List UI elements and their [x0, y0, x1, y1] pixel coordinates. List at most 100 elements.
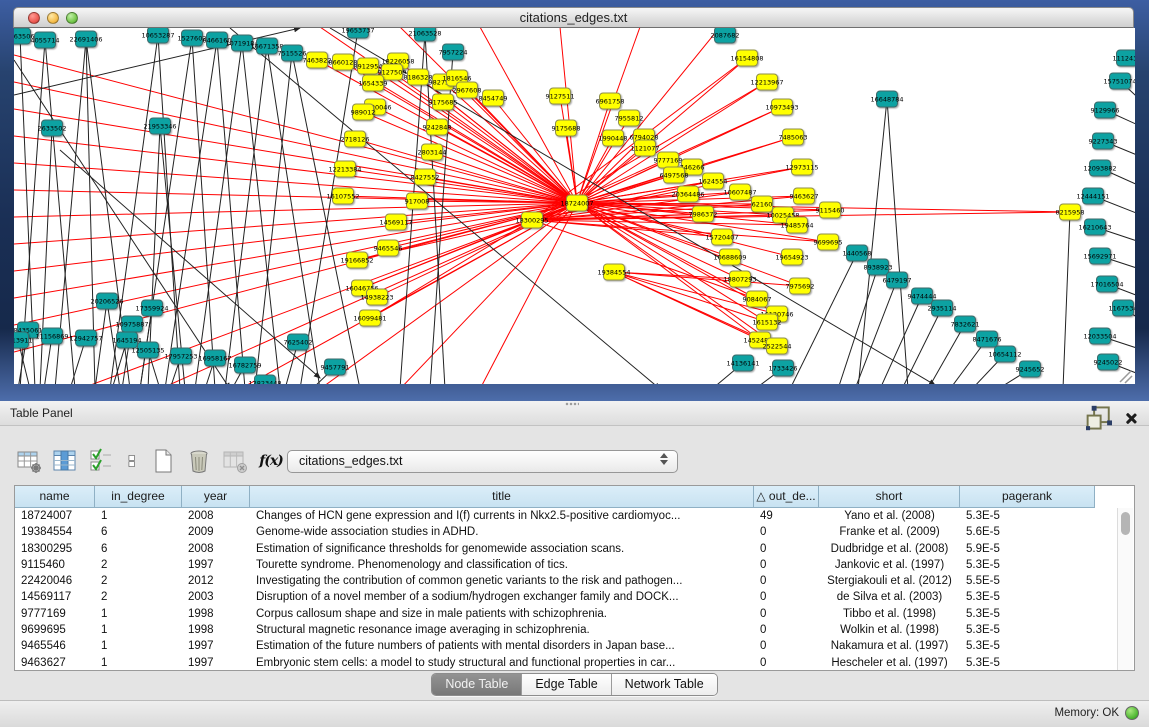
graph-node[interactable]: 62160: [752, 196, 773, 212]
graph-node[interactable]: 7986372: [689, 206, 718, 222]
graph-node[interactable]: 8471676: [973, 331, 1002, 347]
graph-node[interactable]: 2633502: [38, 120, 67, 136]
resize-grip-icon[interactable]: [1120, 371, 1132, 383]
graph-node[interactable]: 2967608: [453, 82, 482, 98]
graph-node[interactable]: 9115460: [816, 202, 845, 218]
graph-node[interactable]: 7463822: [303, 52, 332, 68]
float-panel-icon[interactable]: [1086, 405, 1112, 431]
graph-node[interactable]: 2718126: [341, 131, 370, 147]
row-height-icon[interactable]: [124, 448, 140, 474]
graph-node[interactable]: 16958167: [198, 350, 231, 366]
table-row[interactable]: 911546021997Tourette syndrome. Phenomeno…: [15, 557, 1134, 573]
column-header-year[interactable]: year: [182, 486, 250, 508]
graph-node[interactable]: 7975692: [786, 278, 815, 294]
graph-node[interactable]: 9463627: [790, 188, 819, 204]
graph-node[interactable]: 16154808: [730, 50, 763, 66]
graph-node[interactable]: 19654923: [775, 249, 808, 265]
graph-node[interactable]: 9242848: [423, 119, 452, 135]
graph-node[interactable]: 17016504: [1090, 276, 1123, 292]
graph-node[interactable]: 12973115: [785, 159, 818, 175]
graph-node[interactable]: 10688609: [713, 249, 746, 265]
table-scrollbar[interactable]: [1117, 508, 1133, 670]
graph-node[interactable]: 22691406: [69, 31, 102, 47]
graph-node[interactable]: 7955812: [615, 110, 644, 126]
graph-node[interactable]: 19653737: [341, 28, 374, 38]
graph-node[interactable]: 9245022: [1094, 354, 1123, 370]
table-panel-header[interactable]: Table Panel: [0, 401, 1149, 426]
graph-node[interactable]: 7625402: [284, 334, 313, 350]
graph-node[interactable]: 9777169: [654, 152, 683, 168]
graph-node[interactable]: 10653287: [141, 28, 174, 43]
graph-node[interactable]: 9175688: [552, 120, 581, 136]
column-header-pagerank[interactable]: pagerank: [960, 486, 1095, 508]
table-row[interactable]: 2242004622012Investigating the contribut…: [15, 573, 1134, 589]
graph-node[interactable]: 15751074: [1103, 73, 1135, 89]
graph-node[interactable]: 12823448: [248, 375, 281, 384]
new-table-icon[interactable]: [150, 448, 176, 474]
graph-node[interactable]: 4055714: [31, 32, 60, 48]
panel-divider-handle[interactable]: [565, 402, 579, 406]
column-header-name[interactable]: name: [15, 486, 95, 508]
graph-node[interactable]: 1990448: [599, 130, 628, 146]
graph-node[interactable]: 6479197: [883, 272, 912, 288]
column-header-in_degree[interactable]: in_degree: [95, 486, 182, 508]
table-row[interactable]: 977716911998Corpus callosum shape and si…: [15, 606, 1134, 622]
graph-node[interactable]: 7485063: [779, 129, 808, 145]
graph-node[interactable]: 12213384: [328, 161, 361, 177]
tab-node-table[interactable]: Node Table: [432, 674, 521, 695]
graph-node[interactable]: 16648784: [870, 91, 903, 107]
table-row[interactable]: 1872400712008Changes of HCN gene express…: [15, 508, 1134, 524]
graph-node[interactable]: 19166852: [340, 252, 373, 268]
graph-node[interactable]: 917008: [405, 193, 430, 209]
graph-node[interactable]: 21063528: [408, 28, 441, 41]
graph-node[interactable]: 12033504: [1083, 328, 1116, 344]
graph-node[interactable]: 9175685: [429, 94, 458, 110]
tab-network-table[interactable]: Network Table: [611, 674, 717, 695]
table-row[interactable]: 1938455462009Genome-wide association stu…: [15, 524, 1134, 540]
table-row[interactable]: 946362711997Embryonic stem cells: a mode…: [15, 655, 1134, 671]
graph-node[interactable]: 9245652: [1016, 361, 1045, 377]
graph-node[interactable]: 14569117: [379, 214, 412, 230]
graph-node[interactable]: 1440568: [843, 245, 872, 261]
graph-node[interactable]: 8215958: [1056, 204, 1085, 220]
graph-node[interactable]: 2803144: [418, 144, 447, 160]
table-settings-icon[interactable]: [16, 448, 42, 474]
column-header-title[interactable]: title: [250, 486, 754, 508]
function-builder-icon[interactable]: f(x): [258, 448, 284, 474]
graph-node[interactable]: 2522544: [763, 338, 792, 354]
graph-node[interactable]: 1624554: [699, 173, 728, 189]
graph-node[interactable]: 12213967: [750, 74, 783, 90]
graph-node[interactable]: 10654112: [988, 346, 1021, 362]
column-header-out_de[interactable]: △ out_de...: [754, 486, 819, 508]
tab-edge-table[interactable]: Edge Table: [521, 674, 610, 695]
table-row[interactable]: 969969511998Structural magnetic resonanc…: [15, 622, 1134, 638]
graph-node[interactable]: 6497568: [660, 167, 689, 183]
graph-node[interactable]: 1121077: [631, 140, 660, 156]
table-row[interactable]: 1830029562008Estimation of significance …: [15, 541, 1134, 557]
graph-node[interactable]: 1167534: [1109, 300, 1135, 316]
table-row[interactable]: 946554611997Estimation of the future num…: [15, 638, 1134, 654]
network-graph[interactable]: 2263506405571422691406106532871527602846…: [14, 28, 1135, 384]
graph-node[interactable]: 2087682: [711, 28, 740, 43]
graph-node[interactable]: 9227343: [1089, 133, 1118, 149]
graph-node[interactable]: 9129966: [1091, 102, 1120, 118]
graph-node[interactable]: 8427552: [411, 169, 440, 185]
graph-node[interactable]: 1615132: [753, 314, 782, 330]
memory-status-icon[interactable]: [1125, 706, 1139, 720]
graph-node[interactable]: 1112439: [1113, 50, 1135, 66]
graph-node[interactable]: 9699695: [814, 234, 843, 250]
graph-node[interactable]: 15692971: [1083, 248, 1116, 264]
graph-node[interactable]: 9127511: [546, 88, 575, 104]
graph-node[interactable]: 12942757: [69, 330, 102, 346]
graph-node[interactable]: 1733426: [769, 360, 798, 376]
select-columns-icon[interactable]: [88, 448, 114, 474]
graph-node[interactable]: 989012: [351, 104, 376, 120]
graph-node[interactable]: 7832621: [951, 316, 980, 332]
close-panel-icon[interactable]: [1124, 412, 1137, 425]
graph-node[interactable]: 7957224: [439, 44, 468, 60]
table-row[interactable]: 1456911722003Disruption of a novel membe…: [15, 589, 1134, 605]
graph-node[interactable]: 9465546: [374, 240, 403, 256]
graph-node[interactable]: 16210643: [1078, 219, 1111, 235]
network-window-titlebar[interactable]: citations_edges.txt: [13, 7, 1134, 28]
network-canvas[interactable]: 2263506405571422691406106532871527602846…: [14, 28, 1135, 384]
